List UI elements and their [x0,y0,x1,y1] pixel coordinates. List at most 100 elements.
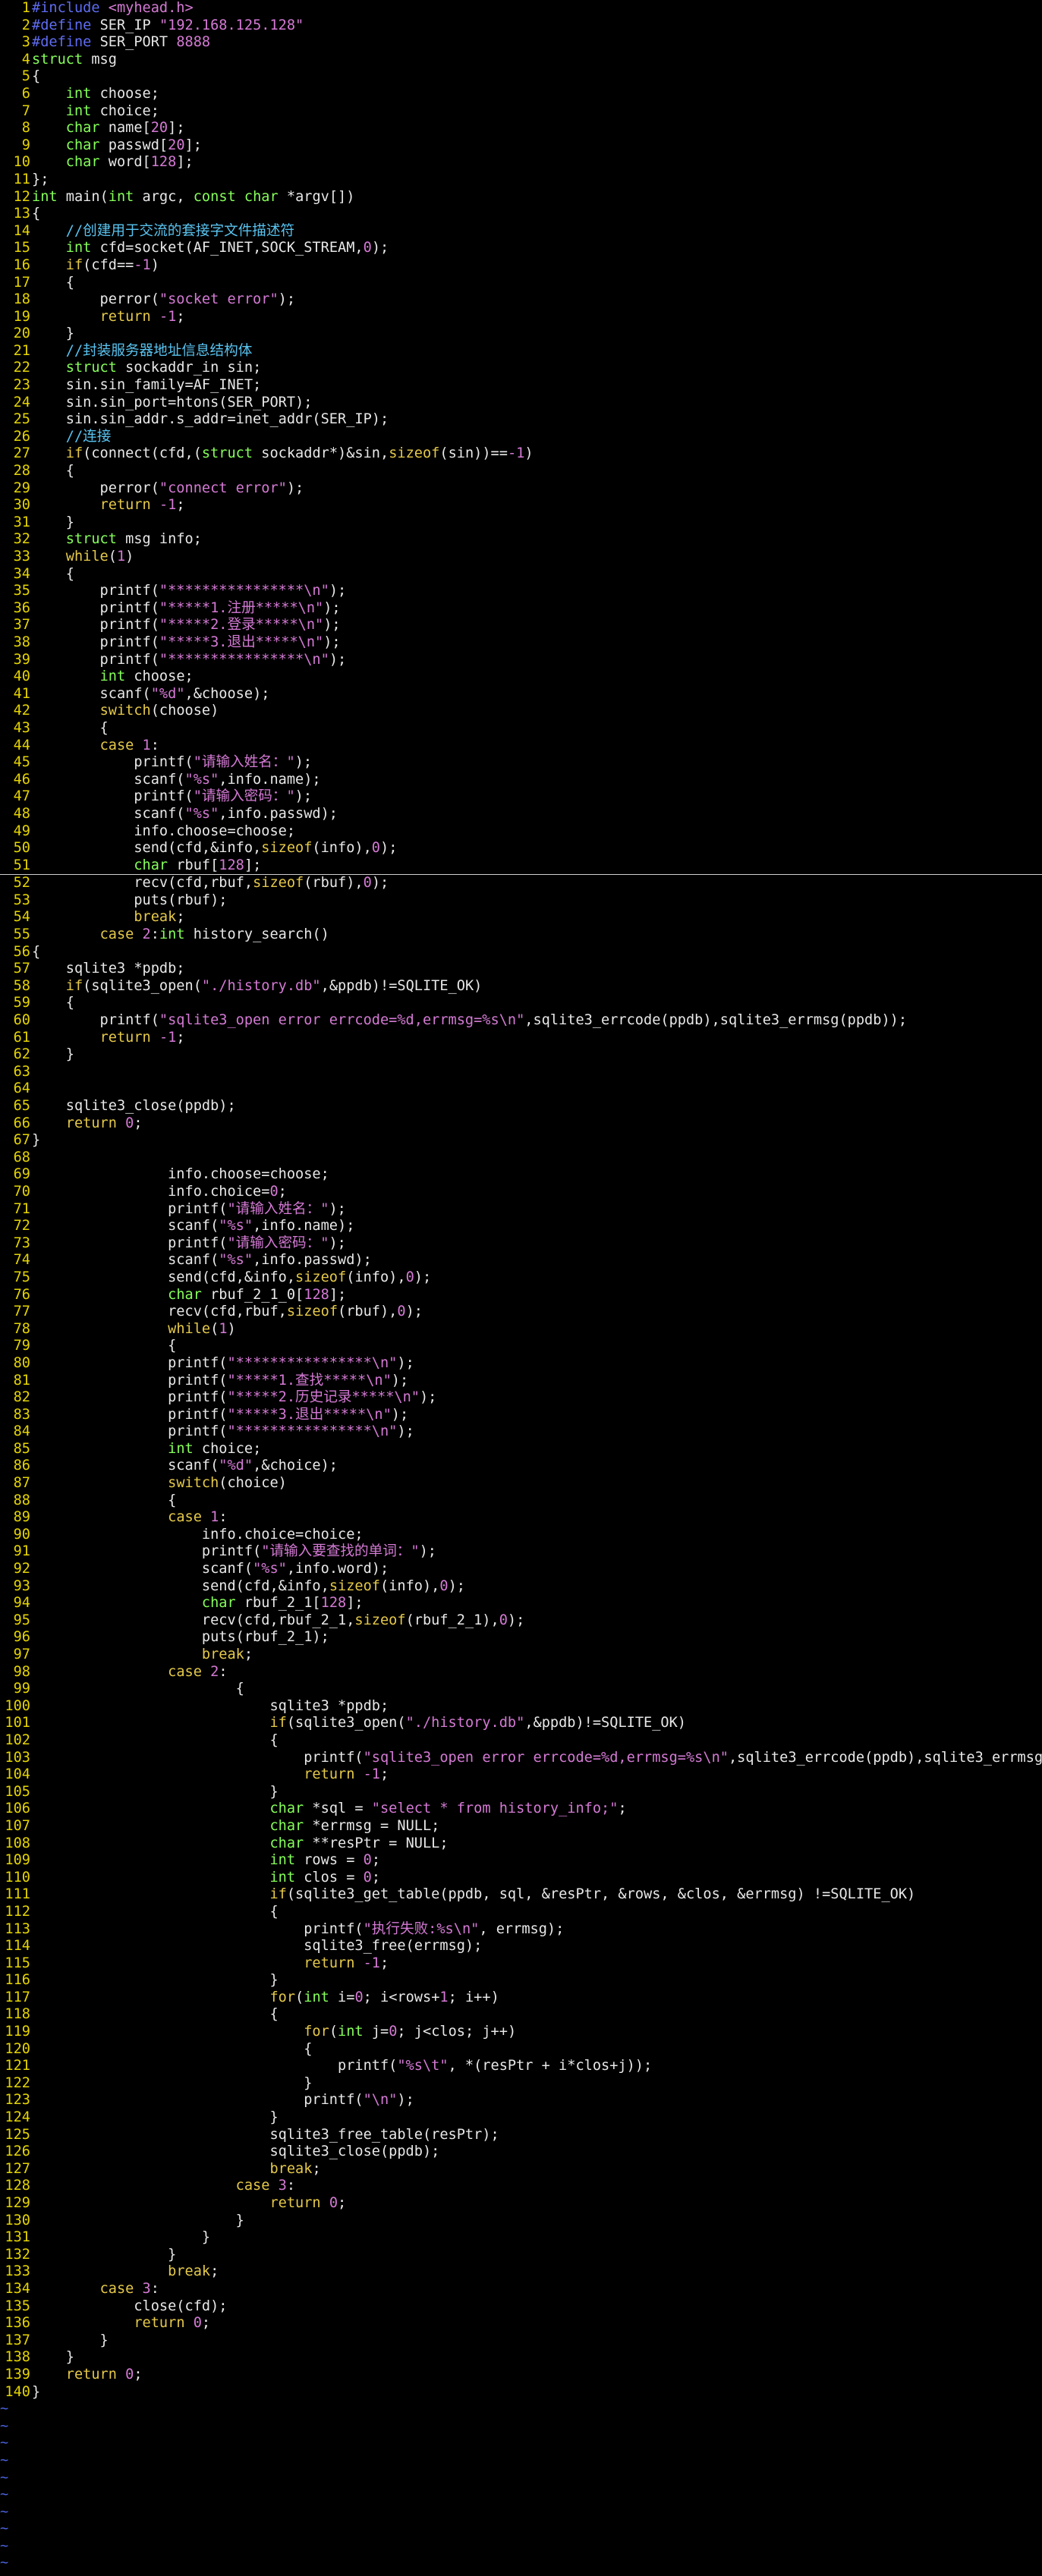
code-line[interactable]: 33 while(1) [0,549,1042,566]
code-line[interactable]: 110 int clos = 0; [0,1870,1042,1887]
code-line[interactable]: 51 char rbuf[128]; [0,857,1042,876]
code-line[interactable]: 37 printf("*****2.登录*****\n"); [0,617,1042,634]
code-line[interactable]: 22 struct sockaddr_in sin; [0,360,1042,377]
code-line[interactable]: 93 send(cfd,&info,sizeof(info),0); [0,1578,1042,1596]
code-line[interactable]: 55 case 2:int history_search() [0,926,1042,944]
code-line[interactable]: 38 printf("*****3.退出*****\n"); [0,634,1042,652]
code-line[interactable]: 18 perror("socket error"); [0,291,1042,309]
code-line[interactable]: 32 struct msg info; [0,531,1042,549]
code-line[interactable]: 53 puts(rbuf); [0,892,1042,910]
code-line[interactable]: 127 break; [0,2161,1042,2178]
code-line[interactable]: 123 printf("\n"); [0,2092,1042,2109]
code-line[interactable]: 97 break; [0,1647,1042,1664]
code-line[interactable]: 54 break; [0,909,1042,926]
code-line[interactable]: 42 switch(choose) [0,703,1042,720]
code-line[interactable]: 100 sqlite3 *ppdb; [0,1698,1042,1716]
code-line[interactable]: 89 case 1: [0,1509,1042,1527]
code-line[interactable]: 112 { [0,1904,1042,1921]
code-line[interactable]: 103 printf("sqlite3_open error errcode=%… [0,1750,1042,1767]
code-line[interactable]: 9 char passwd[20]; [0,137,1042,155]
code-line[interactable]: 1 #include <myhead.h> [0,0,1042,17]
code-line[interactable]: 130 } [0,2213,1042,2230]
code-line[interactable]: 128 case 3: [0,2178,1042,2195]
code-line[interactable]: 43 { [0,720,1042,738]
code-line[interactable]: 94 char rbuf_2_1[128]; [0,1595,1042,1612]
code-line[interactable]: 119 for(int j=0; j<clos; j++) [0,2024,1042,2041]
code-line[interactable]: 136 return 0; [0,2315,1042,2332]
code-line[interactable]: 75 send(cfd,&info,sizeof(info),0); [0,1269,1042,1287]
code-line[interactable]: 67} [0,1132,1042,1150]
code-line[interactable]: 139 return 0; [0,2367,1042,2384]
code-line[interactable]: 138 } [0,2349,1042,2367]
code-line[interactable]: 14 //创建用于交流的套接字文件描述符 [0,223,1042,241]
code-line[interactable]: 76 char rbuf_2_1_0[128]; [0,1287,1042,1304]
code-line[interactable]: 68 [0,1150,1042,1167]
code-line[interactable]: 24 sin.sin_port=htons(SER_PORT); [0,395,1042,412]
code-line[interactable]: 87 switch(choice) [0,1475,1042,1492]
code-line[interactable]: 12 int main(int argc, const char *argv[]) [0,189,1042,206]
code-line[interactable]: 30 return -1; [0,497,1042,514]
code-line[interactable]: 84 printf("****************\n"); [0,1423,1042,1441]
code-line[interactable]: 44 case 1: [0,738,1042,755]
code-line[interactable]: 114 sqlite3_free(errmsg); [0,1938,1042,1955]
code-line[interactable]: 20 } [0,326,1042,343]
code-line[interactable]: 115 return -1; [0,1955,1042,1973]
code-line[interactable]: 131 } [0,2229,1042,2247]
code-line[interactable]: 2 #define SER_IP "192.168.125.128" [0,17,1042,35]
code-line[interactable]: 71 printf("请输入姓名："); [0,1201,1042,1219]
code-editor[interactable]: 1 #include <myhead.h> 2 #define SER_IP "192… [0,0,1042,2576]
code-line[interactable]: 3 #define SER_PORT 8888 [0,34,1042,52]
code-line[interactable]: 121 printf("%s\t", *(resPtr + i*clos+j))… [0,2058,1042,2075]
code-line[interactable]: 80 printf("****************\n"); [0,1355,1042,1373]
code-line[interactable]: 45 printf("请输入姓名："); [0,754,1042,772]
code-line[interactable]: 27 if(connect(cfd,(struct sockaddr*)&sin… [0,445,1042,463]
code-line[interactable]: 63 [0,1064,1042,1081]
code-line[interactable]: 74 scanf("%s",info.passwd); [0,1252,1042,1269]
code-line[interactable]: 134 case 3: [0,2281,1042,2298]
code-line[interactable]: 48 scanf("%s",info.passwd); [0,806,1042,823]
code-line[interactable]: 16 if(cfd==-1) [0,257,1042,275]
code-line[interactable]: 4 struct msg [0,52,1042,69]
code-line[interactable]: 79 { [0,1338,1042,1355]
code-line[interactable]: 129 return 0; [0,2195,1042,2213]
code-line[interactable]: 60 printf("sqlite3_open error errcode=%d… [0,1012,1042,1030]
code-line[interactable]: 34 { [0,566,1042,583]
code-line[interactable]: 99 { [0,1681,1042,1698]
code-line[interactable]: 104 return -1; [0,1766,1042,1784]
code-line[interactable]: 29 perror("connect error"); [0,480,1042,498]
code-line[interactable]: 62 } [0,1046,1042,1064]
code-line[interactable]: 8 char name[20]; [0,120,1042,137]
code-line[interactable]: 52 recv(cfd,rbuf,sizeof(rbuf),0); [0,875,1042,892]
code-line[interactable]: 122 } [0,2075,1042,2093]
code-line[interactable]: 39 printf("****************\n"); [0,652,1042,669]
code-line[interactable]: 46 scanf("%s",info.name); [0,772,1042,789]
code-line[interactable]: 78 while(1) [0,1321,1042,1338]
code-line[interactable]: 88 { [0,1492,1042,1510]
code-line[interactable]: 111 if(sqlite3_get_table(ppdb, sql, &res… [0,1886,1042,1904]
code-line[interactable]: 120 { [0,2041,1042,2059]
code-line[interactable]: 10 char word[128]; [0,154,1042,171]
code-line[interactable]: 108 char **resPtr = NULL; [0,1835,1042,1853]
code-line[interactable]: 137 } [0,2332,1042,2350]
code-line[interactable]: 13{ [0,206,1042,223]
code-line[interactable]: 113 printf("执行失败:%s\n", errmsg); [0,1921,1042,1939]
code-line[interactable]: 132 } [0,2247,1042,2264]
code-line[interactable]: 135 close(cfd); [0,2298,1042,2316]
code-line[interactable]: 59 { [0,995,1042,1012]
code-line[interactable]: 81 printf("*****1.查找*****\n"); [0,1373,1042,1390]
code-line[interactable]: 23 sin.sin_family=AF_INET; [0,377,1042,395]
code-line[interactable]: 11}; [0,171,1042,189]
code-line[interactable]: 70 info.choice=0; [0,1184,1042,1201]
code-line[interactable]: 85 int choice; [0,1441,1042,1458]
code-line[interactable]: 28 { [0,463,1042,480]
code-line[interactable]: 21 //封装服务器地址信息结构体 [0,343,1042,360]
code-line[interactable]: 125 sqlite3_free_table(resPtr); [0,2127,1042,2144]
code-line[interactable]: 49 info.choose=choose; [0,823,1042,841]
code-line[interactable]: 82 printf("*****2.历史记录*****\n"); [0,1389,1042,1407]
code-line[interactable]: 118 { [0,2006,1042,2024]
code-line[interactable]: 92 scanf("%s",info.word); [0,1561,1042,1578]
code-line[interactable]: 72 scanf("%s",info.name); [0,1218,1042,1235]
code-line[interactable]: 50 send(cfd,&info,sizeof(info),0); [0,840,1042,857]
code-line[interactable]: 58 if(sqlite3_open("./history.db",&ppdb)… [0,978,1042,995]
code-line[interactable]: 35 printf("****************\n"); [0,583,1042,600]
